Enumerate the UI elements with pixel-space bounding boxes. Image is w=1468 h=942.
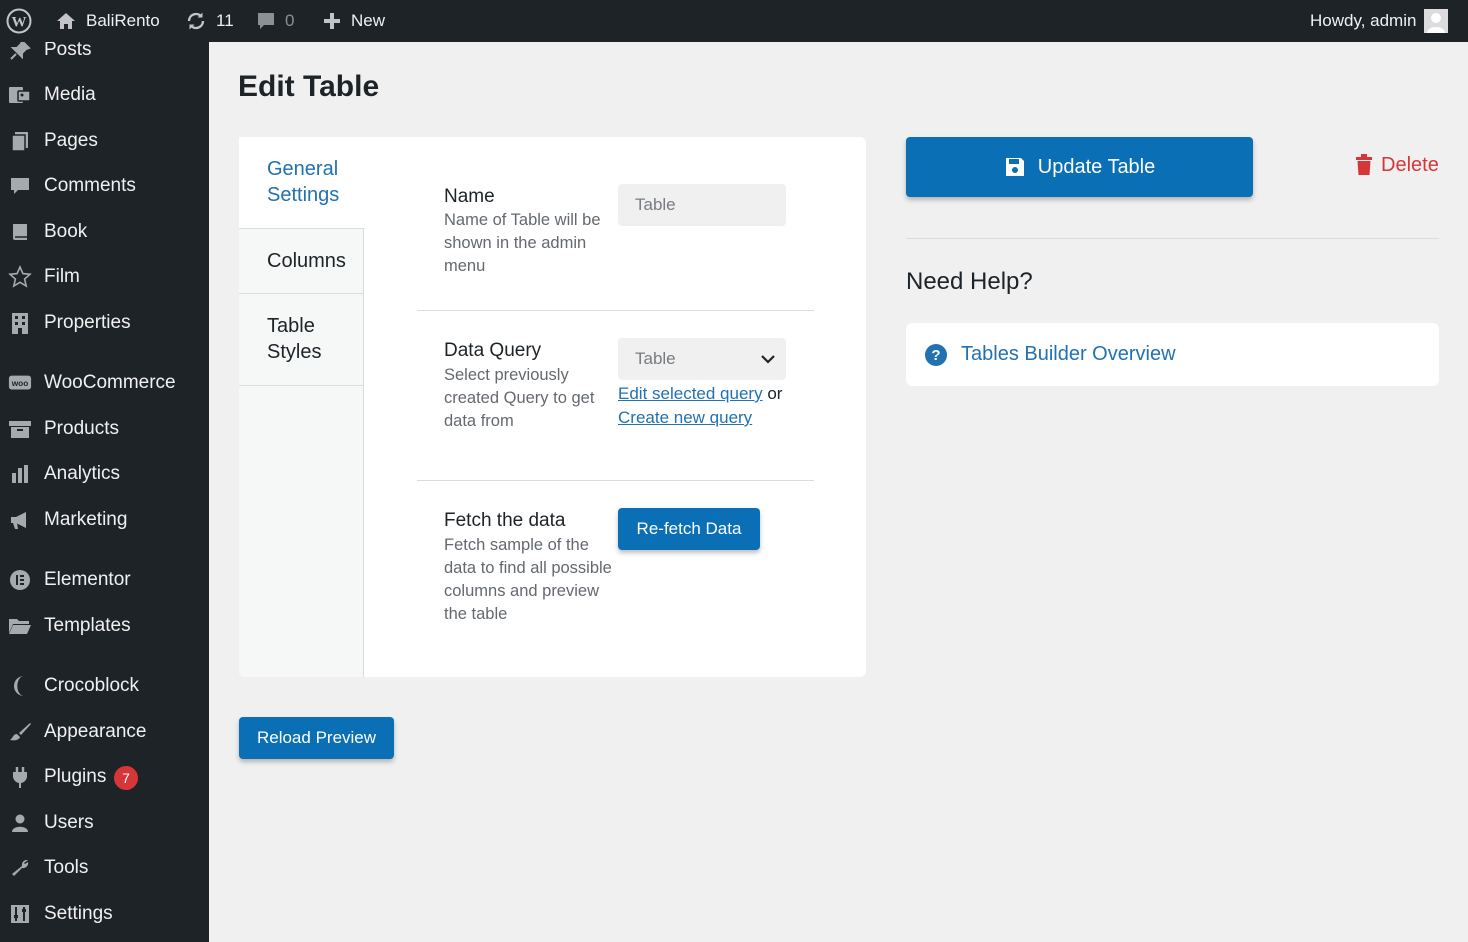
brush-icon — [8, 720, 32, 744]
folder-icon — [8, 614, 32, 638]
updates-link[interactable]: 11 — [184, 0, 234, 42]
pin-icon — [8, 42, 32, 62]
query-links: Edit selected query or Create new query — [618, 382, 788, 430]
elementor-icon — [8, 568, 32, 592]
name-description: Name of Table will be shown in the admin… — [444, 211, 601, 275]
plugin-icon — [8, 765, 32, 789]
account-menu[interactable]: Howdy, admin — [1310, 0, 1449, 42]
comments-link[interactable]: 0 — [255, 0, 294, 42]
page-title: Edit Table — [238, 70, 380, 103]
sidebar-item-marketing[interactable]: Marketing — [0, 500, 209, 540]
sidebar-item-analytics[interactable]: Analytics — [0, 454, 209, 494]
divider — [417, 480, 814, 481]
sidebar-item-pages[interactable]: Pages — [0, 121, 209, 161]
sliders-icon — [8, 902, 32, 926]
delete-button[interactable]: Delete — [1355, 150, 1439, 180]
sidebar-item-crocoblock[interactable]: Crocoblock — [0, 666, 209, 706]
sidebar-item-settings[interactable]: Settings — [0, 894, 209, 934]
help-icon: ? — [925, 343, 947, 366]
comments-count: 0 — [285, 11, 295, 30]
save-icon — [1005, 158, 1024, 176]
wrench-icon — [8, 856, 32, 880]
data-query-select[interactable]: Table — [618, 338, 786, 380]
sidebar-item-woocommerce[interactable]: woo WooCommerce — [0, 363, 209, 403]
fetch-data-label: Fetch the data — [444, 510, 566, 531]
settings-tabs: General Settings Columns Table Styles — [239, 137, 365, 677]
greeting: Howdy, admin — [1310, 11, 1417, 30]
settings-card: General Settings Columns Table Styles Na… — [239, 137, 866, 677]
new-content-link[interactable]: New — [321, 0, 385, 42]
sidebar-item-properties[interactable]: Properties — [0, 303, 209, 343]
tab-columns[interactable]: Columns — [239, 229, 364, 294]
svg-text:W: W — [12, 15, 27, 31]
updates-count: 11 — [216, 11, 234, 30]
name-input[interactable]: Table — [618, 184, 786, 226]
sidebar-item-book[interactable]: Book — [0, 212, 209, 252]
pages-icon — [8, 129, 32, 153]
divider — [906, 238, 1439, 239]
new-label: New — [351, 11, 386, 30]
sidebar-item-media[interactable]: Media — [0, 75, 209, 115]
admin-bar: W BaliRento 11 0 New Howdy, admin — [0, 0, 1468, 42]
star-icon — [8, 265, 32, 289]
data-query-label: Data Query — [444, 340, 542, 361]
name-label: Name — [444, 186, 495, 207]
tab-general-settings[interactable]: General Settings — [239, 137, 365, 229]
tab-table-styles[interactable]: Table Styles — [239, 294, 364, 386]
refresh-icon — [187, 12, 205, 30]
wordpress-logo-icon[interactable]: W — [6, 0, 32, 42]
update-table-button[interactable]: Update Table — [906, 137, 1253, 197]
sidebar-item-posts[interactable]: Posts — [0, 42, 209, 70]
data-query-description: Select previously created Query to get d… — [444, 366, 595, 430]
create-new-query-link[interactable]: Create new query — [618, 408, 752, 427]
refetch-data-button[interactable]: Re-fetch Data — [618, 508, 760, 550]
building-icon — [8, 311, 32, 335]
sidebar-item-tools[interactable]: Tools — [0, 848, 209, 888]
crocoblock-icon — [8, 674, 32, 698]
woo-icon: woo — [8, 371, 32, 395]
comment-bubble-icon — [258, 13, 274, 29]
edit-selected-query-link[interactable]: Edit selected query — [618, 384, 763, 403]
need-help-heading: Need Help? — [906, 268, 1033, 295]
sidebar-item-appearance[interactable]: Appearance — [0, 712, 209, 752]
sidebar-item-users[interactable]: Users — [0, 803, 209, 843]
svg-text:?: ? — [931, 347, 940, 364]
sidebar-item-elementor[interactable]: Elementor — [0, 560, 209, 600]
home-icon — [57, 13, 75, 29]
site-name-link[interactable]: BaliRento — [54, 0, 160, 42]
plus-icon — [324, 13, 340, 29]
comment-icon — [8, 174, 32, 198]
site-name: BaliRento — [86, 11, 160, 30]
sidebar-item-film[interactable]: Film — [0, 257, 209, 297]
sidebar-item-templates[interactable]: Templates — [0, 606, 209, 646]
avatar — [1424, 9, 1449, 33]
sidebar-item-products[interactable]: Products — [0, 409, 209, 449]
bar-chart-icon — [8, 462, 32, 486]
tables-builder-overview-link[interactable]: Tables Builder Overview — [961, 343, 1176, 366]
fetch-data-description: Fetch sample of the data to find all pos… — [444, 536, 612, 623]
megaphone-icon — [8, 508, 32, 532]
user-icon — [8, 811, 32, 835]
reload-preview-button[interactable]: Reload Preview — [239, 717, 394, 759]
chevron-down-icon — [761, 355, 775, 364]
divider — [417, 310, 814, 311]
media-icon — [8, 83, 32, 107]
trash-icon — [1356, 154, 1372, 175]
sidebar-item-comments[interactable]: Comments — [0, 166, 209, 206]
help-link-card[interactable]: ? Tables Builder Overview — [906, 323, 1439, 386]
book-icon — [8, 220, 32, 244]
svg-text:woo: woo — [11, 378, 29, 388]
archive-icon — [8, 417, 32, 441]
plugins-update-badge: 7 — [114, 766, 138, 790]
admin-sidebar: Posts Media Pages Comments Book Film Pro… — [0, 42, 209, 942]
or-text: or — [767, 384, 783, 403]
sidebar-item-plugins[interactable]: Plugins 7 — [0, 757, 209, 797]
